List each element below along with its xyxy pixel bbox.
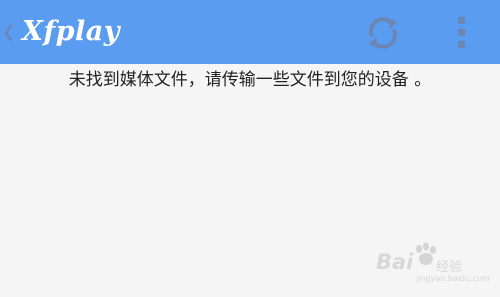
empty-state-message: 未找到媒体文件，请传输一些文件到您的设备 。 xyxy=(68,70,432,90)
watermark-brand-suffix: 经验 xyxy=(436,260,463,275)
watermark: Bai 经验 jingyan.baidu.com xyxy=(376,240,490,284)
back-button[interactable] xyxy=(0,14,22,50)
app-header: Xfplay xyxy=(0,0,500,64)
watermark-url: jingyan.baidu.com xyxy=(416,274,490,283)
refresh-icon xyxy=(368,17,398,49)
more-options-button[interactable] xyxy=(450,14,474,50)
app-title: Xfplay xyxy=(22,16,120,47)
app-logo: Xfplay xyxy=(22,12,142,52)
chevron-left-icon xyxy=(4,24,13,42)
watermark-brand: Bai xyxy=(376,250,414,274)
refresh-button[interactable] xyxy=(364,14,402,52)
paw-icon xyxy=(416,242,436,265)
